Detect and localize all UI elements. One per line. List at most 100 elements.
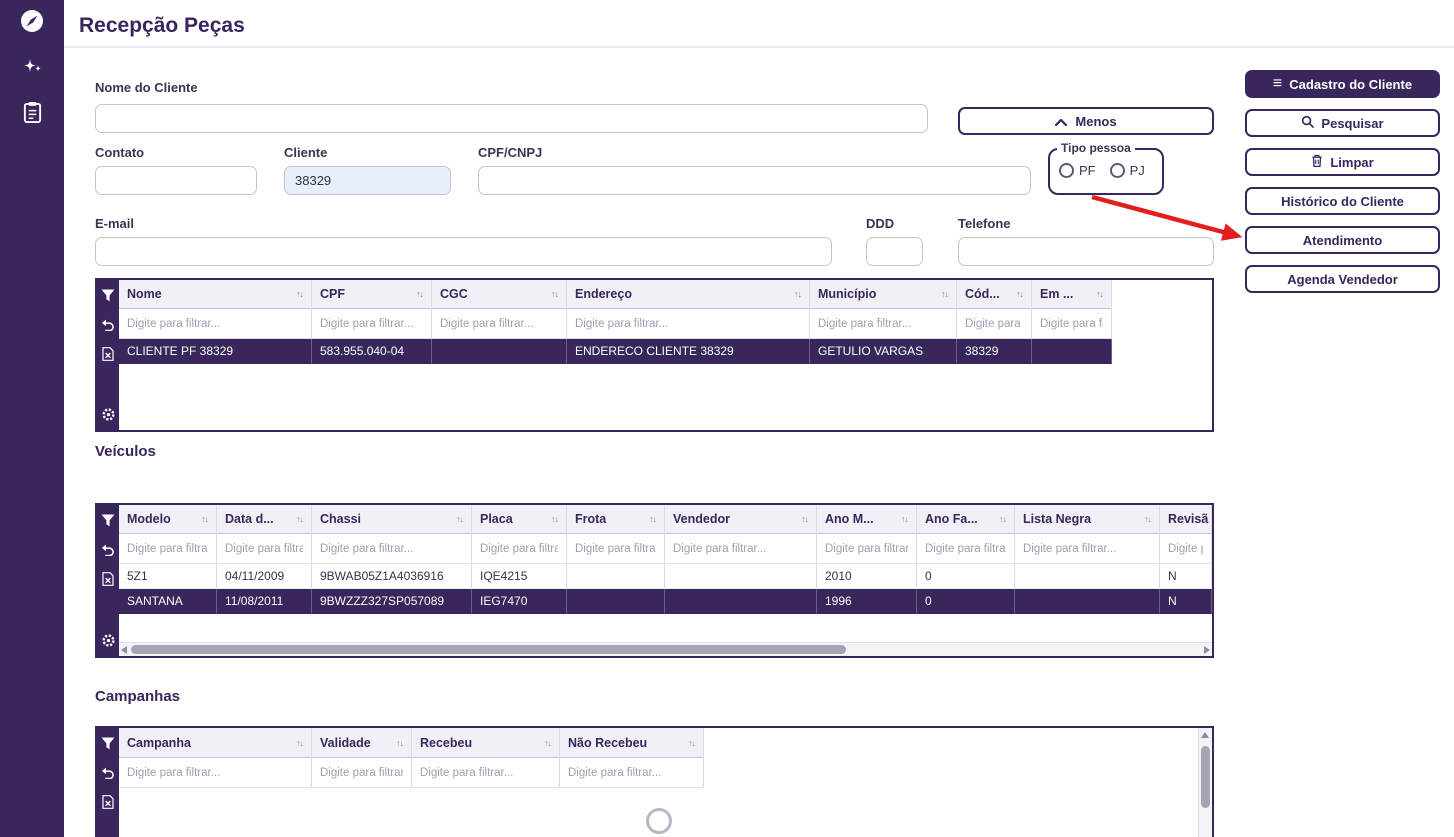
filter-icon[interactable] xyxy=(101,288,116,303)
menos-button[interactable]: Menos xyxy=(958,107,1214,135)
filter-input-cpf[interactable] xyxy=(314,317,429,330)
undo-icon[interactable] xyxy=(101,542,116,557)
filter-input-ano-fabricacao[interactable] xyxy=(919,542,1012,555)
sort-icon[interactable]: ↑↓ xyxy=(794,289,802,299)
sort-icon[interactable]: ↑↓ xyxy=(296,289,304,299)
filter-input-revisao[interactable] xyxy=(1162,542,1209,555)
column-header-data[interactable]: Data d... ↑↓ xyxy=(217,505,312,534)
scrollbar-thumb[interactable] xyxy=(1201,746,1210,808)
sort-icon[interactable]: ↑↓ xyxy=(296,514,304,524)
gear-icon[interactable] xyxy=(101,633,116,648)
radio-option-pj[interactable]: PJ xyxy=(1109,163,1145,178)
column-header-vendedor[interactable]: Vendedor ↑↓ xyxy=(665,505,817,534)
horizontal-scrollbar[interactable] xyxy=(119,642,1212,656)
sort-icon[interactable]: ↑↓ xyxy=(1144,514,1152,524)
scroll-left-icon[interactable] xyxy=(121,646,127,654)
pesquisar-button[interactable]: Pesquisar xyxy=(1245,109,1440,137)
cadastro-cliente-button[interactable]: ≡ Cadastro do Cliente xyxy=(1245,70,1440,98)
sort-icon[interactable]: ↑↓ xyxy=(1096,289,1104,299)
column-header-ano-modelo[interactable]: Ano M... ↑↓ xyxy=(817,505,917,534)
filter-icon[interactable] xyxy=(101,736,116,751)
sidebar-item-assistant[interactable] xyxy=(0,46,64,92)
column-header-municipio[interactable]: Município ↑↓ xyxy=(810,280,957,309)
sort-icon[interactable]: ↑↓ xyxy=(551,289,559,299)
filter-input-placa[interactable] xyxy=(474,542,564,555)
filter-input-chassi[interactable] xyxy=(314,542,469,555)
excel-export-icon[interactable] xyxy=(101,571,116,586)
sort-icon[interactable]: ↑↓ xyxy=(544,738,552,748)
column-header-chassi[interactable]: Chassi ↑↓ xyxy=(312,505,472,534)
sort-icon[interactable]: ↑↓ xyxy=(1016,289,1024,299)
contato-input[interactable] xyxy=(95,166,257,195)
sort-icon[interactable]: ↑↓ xyxy=(456,514,464,524)
filter-input-campanha[interactable] xyxy=(121,766,309,779)
column-header-lista-negra[interactable]: Lista Negra ↑↓ xyxy=(1015,505,1160,534)
filter-input-municipio[interactable] xyxy=(812,317,954,330)
filter-icon[interactable] xyxy=(101,513,116,528)
column-header-placa[interactable]: Placa ↑↓ xyxy=(472,505,567,534)
filter-input-validade[interactable] xyxy=(314,766,409,779)
undo-icon[interactable] xyxy=(101,765,116,780)
filter-input-codigo[interactable] xyxy=(959,317,1029,330)
table-row-vehicle[interactable]: 5Z1 04/11/2009 9BWAB05Z1A4036916 IQE4215… xyxy=(119,564,1212,589)
sidebar-item-compass[interactable] xyxy=(0,0,64,46)
column-header-cgc[interactable]: CGC ↑↓ xyxy=(432,280,567,309)
nome-cliente-input[interactable] xyxy=(95,104,928,133)
scrollbar-thumb[interactable] xyxy=(131,645,846,654)
cliente-input[interactable] xyxy=(284,166,451,195)
column-header-recebeu[interactable]: Recebeu ↑↓ xyxy=(412,728,560,758)
vertical-scrollbar[interactable] xyxy=(1198,728,1212,837)
sort-icon[interactable]: ↑↓ xyxy=(801,514,809,524)
column-header-revisao[interactable]: Revisã xyxy=(1160,505,1212,534)
filter-input-cgc[interactable] xyxy=(434,317,564,330)
sort-icon[interactable]: ↑↓ xyxy=(649,514,657,524)
column-header-endereco[interactable]: Endereço ↑↓ xyxy=(567,280,810,309)
column-header-campanha[interactable]: Campanha ↑↓ xyxy=(119,728,312,758)
column-header-ano-fabricacao[interactable]: Ano Fa... ↑↓ xyxy=(917,505,1015,534)
sort-icon[interactable]: ↑↓ xyxy=(416,289,424,299)
column-header-email[interactable]: Em ... ↑↓ xyxy=(1032,280,1112,309)
sidebar-item-clipboard[interactable] xyxy=(0,92,64,138)
gear-icon[interactable] xyxy=(101,407,116,422)
excel-export-icon[interactable] xyxy=(101,346,116,361)
agenda-vendedor-button[interactable]: Agenda Vendedor xyxy=(1245,265,1440,293)
scroll-up-icon[interactable] xyxy=(1201,732,1209,738)
sort-icon[interactable]: ↑↓ xyxy=(201,514,209,524)
filter-input-recebeu[interactable] xyxy=(414,766,557,779)
undo-icon[interactable] xyxy=(101,317,116,332)
historico-cliente-button[interactable]: Histórico do Cliente xyxy=(1245,187,1440,215)
sort-icon[interactable]: ↑↓ xyxy=(551,514,559,524)
telefone-input[interactable] xyxy=(958,237,1214,266)
cpf-cnpj-input[interactable] xyxy=(478,166,1031,195)
column-header-validade[interactable]: Validade ↑↓ xyxy=(312,728,412,758)
sort-icon[interactable]: ↑↓ xyxy=(688,738,696,748)
table-row-client[interactable]: CLIENTE PF 38329 583.955.040-04 ENDERECO… xyxy=(119,339,1212,364)
filter-input-vendedor[interactable] xyxy=(667,542,814,555)
scroll-right-icon[interactable] xyxy=(1204,646,1210,654)
column-header-codigo[interactable]: Cód... ↑↓ xyxy=(957,280,1032,309)
excel-export-icon[interactable] xyxy=(101,794,116,809)
atendimento-button[interactable]: Atendimento xyxy=(1245,226,1440,254)
sort-icon[interactable]: ↑↓ xyxy=(901,514,909,524)
sort-icon[interactable]: ↑↓ xyxy=(999,514,1007,524)
filter-input-data[interactable] xyxy=(219,542,309,555)
sort-icon[interactable]: ↑↓ xyxy=(396,738,404,748)
column-header-modelo[interactable]: Modelo ↑↓ xyxy=(119,505,217,534)
radio-option-pf[interactable]: PF xyxy=(1059,163,1096,178)
radio-pf-icon[interactable] xyxy=(1059,163,1074,178)
filter-input-nao-recebeu[interactable] xyxy=(562,766,701,779)
filter-input-frota[interactable] xyxy=(569,542,662,555)
radio-pj-icon[interactable] xyxy=(1109,163,1125,178)
sort-icon[interactable]: ↑↓ xyxy=(941,289,949,299)
filter-input-ano-modelo[interactable] xyxy=(819,542,914,555)
filter-input-nome[interactable] xyxy=(121,317,309,330)
filter-input-endereco[interactable] xyxy=(569,317,807,330)
ddd-input[interactable] xyxy=(866,237,923,266)
limpar-button[interactable]: Limpar xyxy=(1245,148,1440,176)
column-header-cpf[interactable]: CPF ↑↓ xyxy=(312,280,432,309)
email-input[interactable] xyxy=(95,237,832,266)
sort-icon[interactable]: ↑↓ xyxy=(296,738,304,748)
table-row-vehicle[interactable]: SANTANA 11/08/2011 9BWZZZ327SP057089 IEG… xyxy=(119,589,1212,614)
filter-input-modelo[interactable] xyxy=(121,542,214,555)
column-header-nome[interactable]: Nome ↑↓ xyxy=(119,280,312,309)
